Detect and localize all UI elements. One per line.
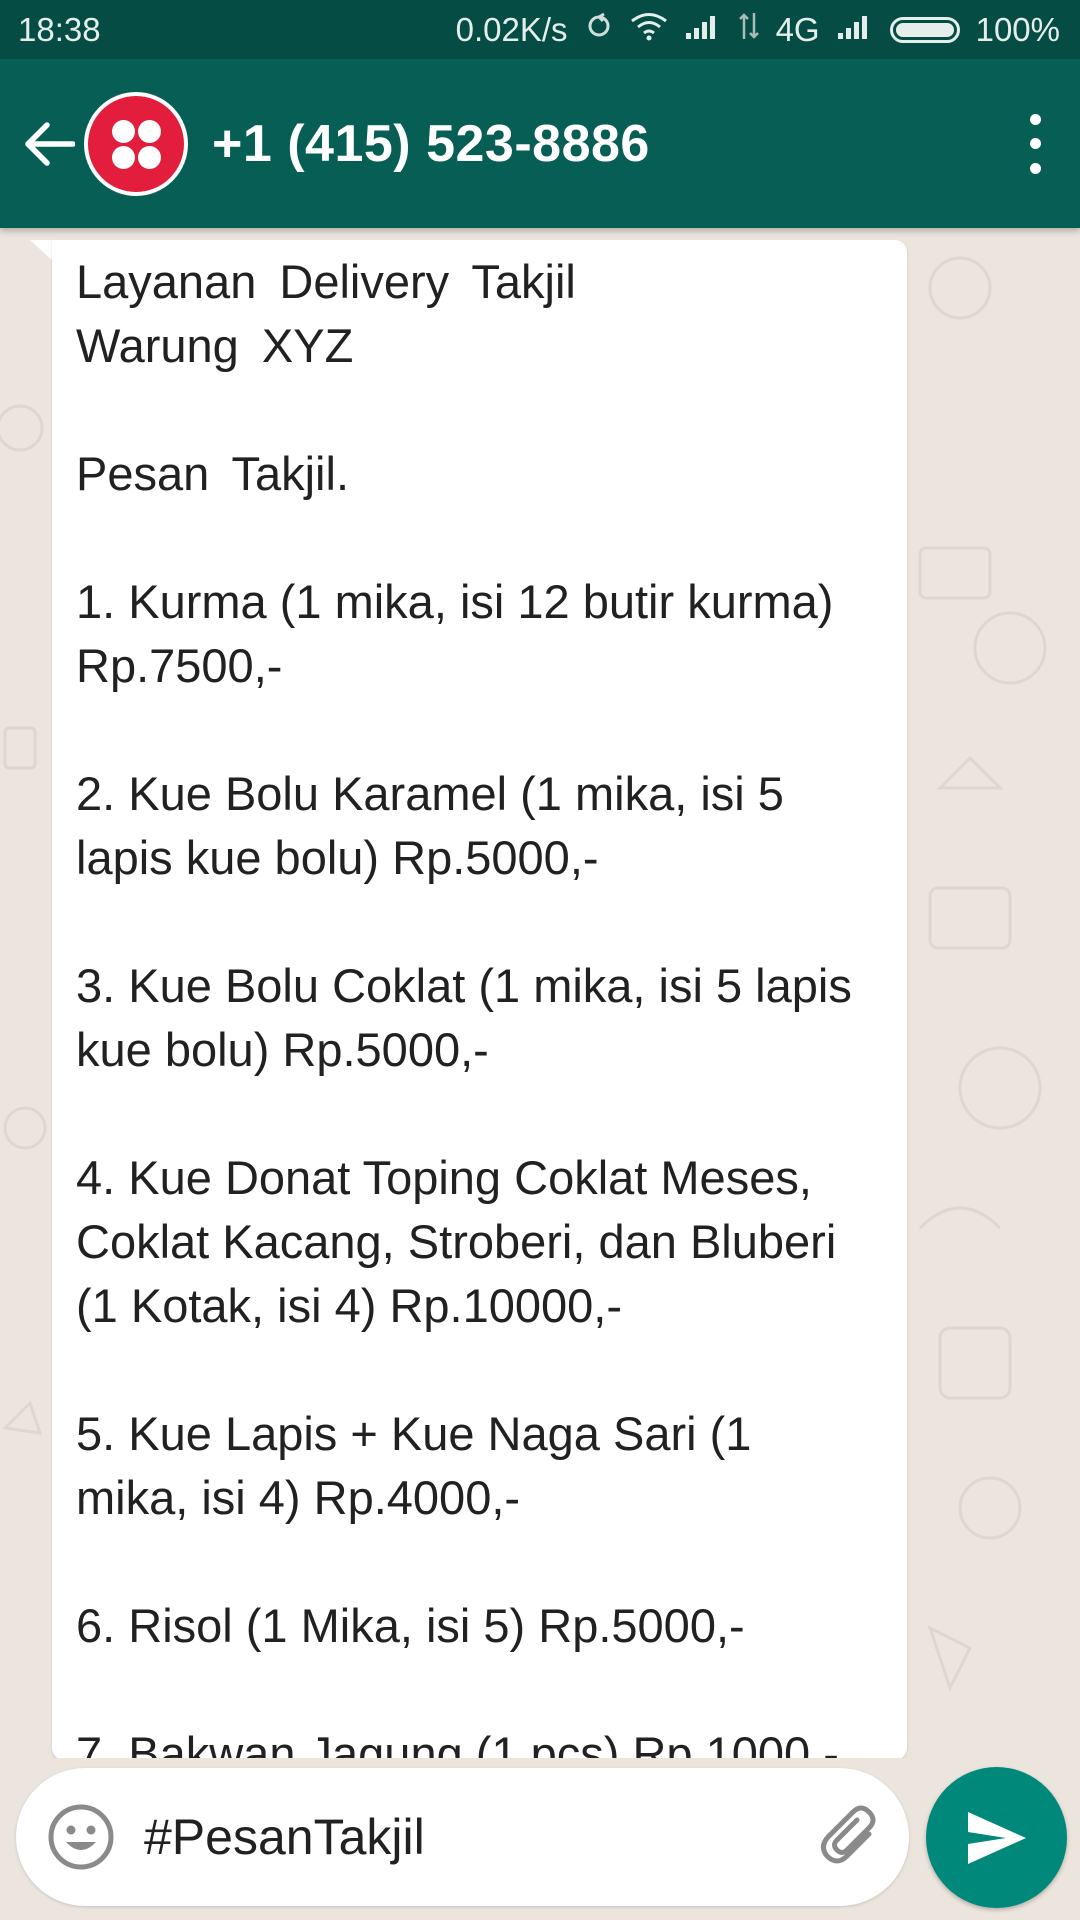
message-input[interactable]: #PesanTakjil: [144, 1808, 817, 1866]
message-line: 7. Bakwan Jagung (1 pcs) Rp.1000,-: [76, 1727, 839, 1758]
message-line: lapis kue bolu) Rp.5000,-: [76, 831, 599, 884]
avatar[interactable]: [84, 91, 188, 196]
status-bar: 18:38 0.02K/s 4G 100%: [0, 0, 1080, 59]
status-icons: 0.02K/s 4G 100%: [456, 11, 1060, 49]
message-line: Pesan Takjil.: [76, 447, 349, 500]
signal-icon: [684, 11, 722, 49]
network-type: 4G: [775, 10, 820, 48]
back-button[interactable]: [14, 59, 84, 228]
chat-header: +1 (415) 523-8886: [0, 59, 1080, 228]
message-line: 4. Kue Donat Toping Coklat Meses,: [76, 1151, 812, 1204]
message-line: Warung XYZ: [76, 319, 354, 372]
chat-area[interactable]: Layanan Delivery Takjil Warung XYZ Pesan…: [0, 228, 1080, 1758]
message-line: 6. Risol (1 Mika, isi 5) Rp.5000,-: [76, 1599, 745, 1652]
sync-icon: [584, 11, 614, 48]
message-line: Rp.7500,-: [76, 639, 283, 692]
message-composer[interactable]: #PesanTakjil: [16, 1768, 909, 1906]
message-line: (1 Kotak, isi 4) Rp.10000,-: [76, 1279, 622, 1332]
paperclip-icon[interactable]: [817, 1804, 883, 1870]
message-bubble[interactable]: Layanan Delivery Takjil Warung XYZ Pesan…: [52, 240, 907, 1758]
message-line: 3. Kue Bolu Coklat (1 mika, isi 5 lapis: [76, 959, 852, 1012]
message-line: 2. Kue Bolu Karamel (1 mika, isi 5: [76, 767, 784, 820]
message-line: 1. Kurma (1 mika, isi 12 butir kurma): [76, 575, 834, 628]
emoji-icon[interactable]: [46, 1802, 116, 1872]
menu-dot: [1029, 113, 1041, 125]
message-line: Coklat Kacang, Stroberi, dan Bluberi: [76, 1215, 837, 1268]
send-icon: [967, 1811, 1026, 1864]
bubble-tail: [30, 240, 54, 262]
message-line: kue bolu) Rp.5000,-: [76, 1023, 489, 1076]
back-arrow-icon: [25, 121, 75, 166]
wifi-icon: [630, 11, 668, 49]
contact-name[interactable]: +1 (415) 523-8886: [212, 114, 650, 174]
battery-level: 100%: [975, 10, 1060, 48]
message-line: Layanan Delivery Takjil: [76, 255, 576, 308]
battery-icon: [889, 16, 960, 43]
menu-dot: [1029, 162, 1041, 174]
status-time: 18:38: [18, 10, 101, 48]
signal-icon: [836, 11, 874, 49]
data-arrows-icon: [738, 11, 760, 49]
message-line: mika, isi 4) Rp.4000,-: [76, 1471, 521, 1524]
send-button[interactable]: [926, 1767, 1067, 1908]
overflow-menu-button[interactable]: [1018, 113, 1052, 174]
message-line: 5. Kue Lapis + Kue Naga Sari (1: [76, 1407, 752, 1460]
menu-dot: [1029, 138, 1041, 149]
net-speed: 0.02K/s: [455, 10, 568, 48]
